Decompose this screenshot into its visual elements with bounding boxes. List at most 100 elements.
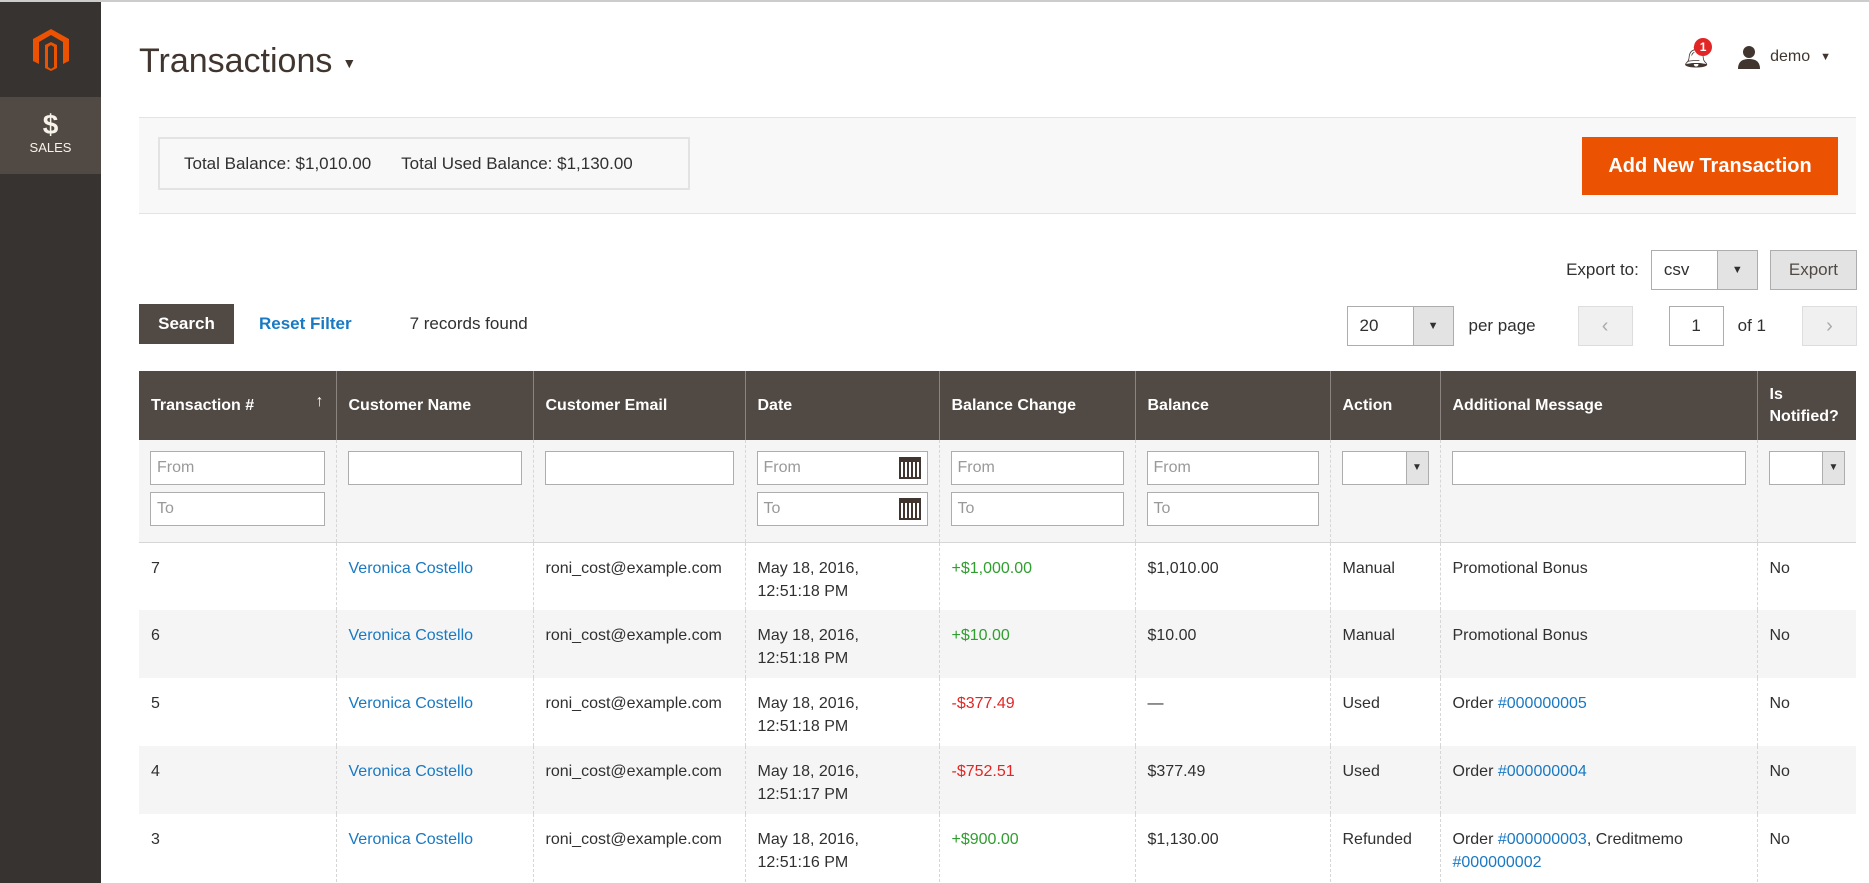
- balance-change: +$10.00: [938, 610, 1135, 678]
- page-number-input[interactable]: 1: [1668, 306, 1724, 346]
- additional-message: Promotional Bonus: [1439, 542, 1757, 610]
- additional-message: Order #000000005: [1439, 678, 1757, 746]
- table-row[interactable]: 6 Veronica Costello roni_cost@example.co…: [139, 610, 1856, 678]
- balance-summary: Total Balance: $1,010.00 Total Used Bala…: [158, 137, 690, 190]
- column-header[interactable]: Customer Email: [532, 371, 745, 440]
- balance-change: -$377.49: [938, 678, 1135, 746]
- transaction-id: 6: [139, 610, 336, 678]
- calendar-icon[interactable]: [898, 498, 921, 520]
- date-from-filter[interactable]: From: [756, 451, 928, 485]
- add-new-transaction-button[interactable]: Add New Transaction: [1582, 137, 1838, 195]
- column-header[interactable]: Balance Change: [938, 371, 1135, 440]
- chevron-down-icon: ▼: [1822, 452, 1844, 484]
- column-header[interactable]: Is Notified?: [1756, 371, 1856, 440]
- date: May 18, 2016, 12:51:16 PM: [744, 814, 939, 882]
- balance: —: [1134, 678, 1330, 746]
- calendar-icon[interactable]: [898, 457, 921, 479]
- chevron-down-icon: ▼: [1716, 251, 1757, 289]
- date-to-filter[interactable]: To: [756, 492, 928, 526]
- transaction-to-filter[interactable]: To: [150, 492, 325, 526]
- date: May 18, 2016, 12:51:18 PM: [744, 610, 939, 678]
- order-link[interactable]: #000000003: [1498, 831, 1587, 848]
- customer-name-filter[interactable]: [347, 451, 522, 485]
- page-title[interactable]: Transactions ▼: [139, 42, 356, 81]
- additional-message: Order #000000004: [1439, 746, 1757, 814]
- column-header[interactable]: Transaction # ↑: [139, 371, 336, 440]
- column-header[interactable]: Action: [1329, 371, 1440, 440]
- action: Refunded: [1329, 814, 1440, 882]
- column-header[interactable]: Customer Name: [335, 371, 533, 440]
- magento-logo[interactable]: [0, 2, 101, 97]
- action: Manual: [1329, 610, 1440, 678]
- balance-change-to-filter[interactable]: To: [950, 492, 1124, 526]
- pager: 20 ▼ per page ‹ 1 of 1 ›: [1346, 306, 1857, 346]
- reset-filter-link[interactable]: Reset Filter: [259, 314, 352, 334]
- table-row[interactable]: 7 Veronica Costello roni_cost@example.co…: [139, 542, 1856, 610]
- is-notified: No: [1756, 678, 1856, 746]
- records-count: 7 records found: [409, 314, 528, 333]
- per-page-select[interactable]: 20 ▼: [1346, 306, 1454, 346]
- action-filter-select[interactable]: ▼: [1341, 451, 1429, 485]
- customer-email: roni_cost@example.com: [532, 746, 745, 814]
- previous-page-button[interactable]: ‹: [1577, 306, 1633, 346]
- is-notified: No: [1756, 610, 1856, 678]
- user-icon: [1738, 46, 1761, 69]
- customer-email: roni_cost@example.com: [532, 814, 745, 882]
- customer-name-link[interactable]: Veronica Costello: [349, 763, 474, 780]
- transaction-id: 7: [151, 559, 160, 577]
- balance-change-from-filter[interactable]: From: [950, 451, 1124, 485]
- balance-change: -$752.51: [938, 746, 1135, 814]
- is-notified: No: [1756, 542, 1856, 610]
- notifications-button[interactable]: 🔔︎ 1: [1682, 38, 1713, 70]
- export-format-select[interactable]: csv ▼: [1650, 250, 1758, 290]
- customer-email: roni_cost@example.com: [532, 542, 745, 610]
- sort-ascending-icon: ↑: [315, 393, 324, 410]
- additional-message: Order #000000003, Creditmemo #000000002: [1439, 814, 1757, 882]
- sidebar-item-sales[interactable]: $ SALES: [0, 97, 101, 174]
- column-header[interactable]: Balance: [1134, 371, 1330, 440]
- additional-message-filter[interactable]: [1451, 451, 1746, 485]
- additional-message: Promotional Bonus: [1439, 610, 1757, 678]
- is-notified: No: [1756, 814, 1856, 882]
- caret-down-icon: ▼: [342, 55, 357, 72]
- user-menu[interactable]: demo ▼: [1738, 45, 1831, 69]
- next-page-button[interactable]: ›: [1802, 306, 1857, 346]
- transaction-from-filter[interactable]: From: [150, 451, 325, 485]
- date: May 18, 2016, 12:51:17 PM: [744, 746, 939, 814]
- filter-row: From To From To From To From To ▼ ▼: [139, 440, 1856, 543]
- customer-email-filter[interactable]: [544, 451, 734, 485]
- balance-change: +$1,000.00: [938, 542, 1135, 610]
- actions-panel: Total Balance: $1,010.00 Total Used Bala…: [139, 117, 1856, 214]
- action: Manual: [1329, 542, 1440, 610]
- chevron-down-icon: ▼: [1405, 452, 1428, 484]
- export-controls: Export to: csv ▼ Export: [1566, 250, 1857, 290]
- action: Used: [1329, 678, 1440, 746]
- transaction-id: 3: [151, 831, 160, 848]
- order-link[interactable]: #000000004: [1498, 763, 1587, 780]
- transaction-id: 5: [151, 695, 160, 712]
- table-row[interactable]: 4 Veronica Costello roni_cost@example.co…: [139, 746, 1856, 814]
- dollar-icon: $: [42, 109, 59, 140]
- is-notified: No: [1756, 746, 1856, 814]
- balance: $1,130.00: [1134, 814, 1330, 882]
- table-row[interactable]: 5 Veronica Costello roni_cost@example.co…: [139, 678, 1856, 746]
- balance-from-filter[interactable]: From: [1146, 451, 1319, 485]
- customer-name-link[interactable]: Veronica Costello: [349, 831, 474, 848]
- creditmemo-link[interactable]: #000000002: [1453, 854, 1542, 871]
- export-button[interactable]: Export: [1769, 250, 1857, 290]
- customer-email: roni_cost@example.com: [532, 678, 745, 746]
- customer-name-link[interactable]: Veronica Costello: [349, 560, 474, 577]
- date: May 18, 2016, 12:51:18 PM: [744, 678, 939, 746]
- column-header[interactable]: Additional Message: [1439, 371, 1757, 440]
- table-row[interactable]: 3 Veronica Costello roni_cost@example.co…: [139, 814, 1856, 882]
- balance: $1,010.00: [1134, 542, 1330, 610]
- column-header[interactable]: Date: [744, 371, 939, 440]
- order-link[interactable]: #000000005: [1498, 695, 1587, 712]
- balance-to-filter[interactable]: To: [1146, 492, 1319, 526]
- transactions-grid: Transaction # ↑ Customer Name Customer Emai…: [139, 371, 1856, 882]
- is-notified-filter-select[interactable]: ▼: [1768, 451, 1845, 485]
- customer-name-link[interactable]: Veronica Costello: [349, 627, 474, 644]
- chevron-down-icon: ▼: [1412, 307, 1453, 345]
- customer-name-link[interactable]: Veronica Costello: [349, 695, 474, 712]
- search-button[interactable]: Search: [139, 304, 234, 344]
